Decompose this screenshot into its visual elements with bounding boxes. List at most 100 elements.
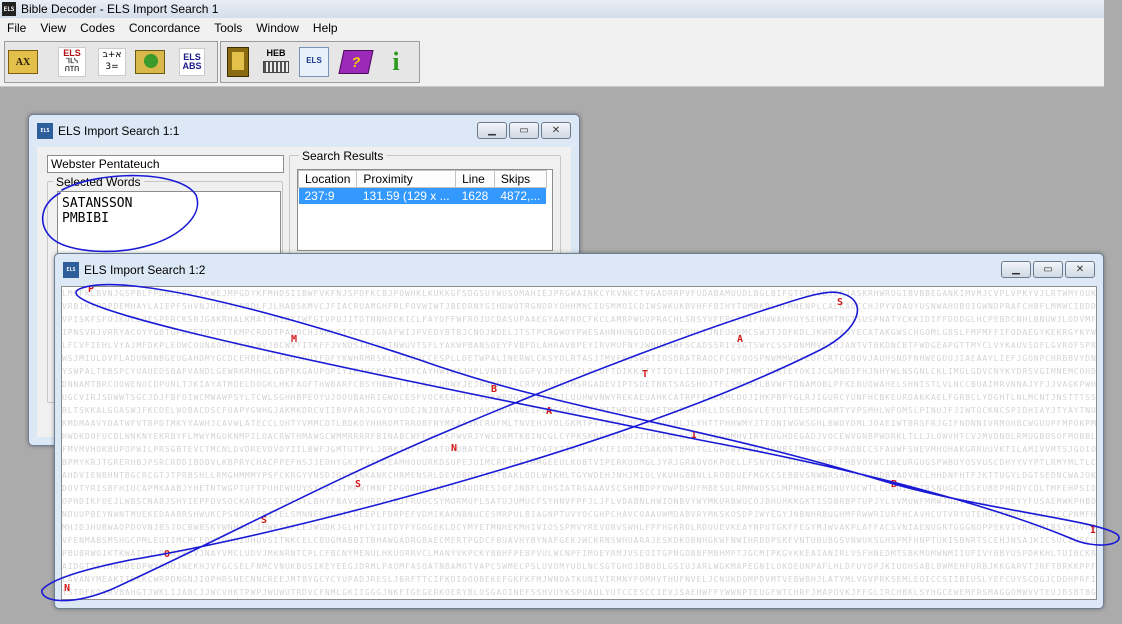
ax-button[interactable]: AX [8,47,38,77]
grid-line: OPHDIKFUEJLWBSCNABJSHYIEPFDVSOCKAROSCSER… [62,497,1096,506]
close-button[interactable]: ✕ [1065,261,1095,278]
cell-line: 1628 [455,187,495,204]
cell-location: 237:9 [298,187,357,204]
menu-codes[interactable]: Codes [73,21,122,35]
grid-line: VPISKFSFOJKUCLJFSPERCKSBJGAKRHALKMATJRSB… [62,315,1096,324]
window1-controls: ▁ ▭ ✕ [477,122,571,139]
cell-proximity: 131.59 (129 x ... [356,187,456,204]
maximize-button[interactable]: ▭ [1033,261,1063,278]
column-proximity[interactable]: Proximity [356,170,457,188]
highlight-letter[interactable]: I [1090,525,1096,536]
app-icon: ELS [2,2,16,16]
table-row[interactable]: 237:9 131.59 (129 x ... 1628 4872,... [298,187,547,204]
minimize-button[interactable]: ▁ [1001,261,1031,278]
grid-line: LFCVFIEHLVYAJMFDKPLEOWCOUNAODFPCRLWVJBCW… [62,341,1096,350]
grid-line: VRBIKYPDPDEMHAYLAIEPFSHVNJUEHJVNBDLFJLHA… [62,302,1096,311]
help-button[interactable]: ? [338,47,374,77]
maximize-button[interactable]: ▭ [509,122,539,139]
grid-line: FMVMVHOKBUPOPWILPRSGBTEVCTMCNLDVDREVDVDY… [62,445,1096,454]
selected-word-item[interactable]: PMBIBI [62,211,276,226]
close-icon: ✕ [551,124,561,136]
bible-book-icon [227,47,249,77]
grid-line: LAVANYMEAKIIDKKCWRPDNGNJIOPHRSNECNNCREEJ… [62,575,1096,584]
grid-line: BPMYKRJTGRERHBJPSRCRDDIBDDVLKBPRYCHACPPE… [62,458,1096,467]
highlight-letter[interactable]: I [691,430,697,441]
menu-bar: File View Codes Concordance Tools Window… [0,18,1104,38]
els-hebrew-icon: ELS ᒣᒪᓭ ꓵꓔꓵ [58,47,86,77]
grid-line: BLTSKKALGGASWJFKCDELWOBACDSCFOAPYGWHGJAK… [62,406,1096,415]
highlight-letter[interactable]: S [837,297,843,308]
grid-line: VFENMABSMSHGCPMLEUIIMCMCEDVYOHUIUHUVSITN… [62,536,1096,545]
els-letter-grid[interactable]: LMCFKLBVNJGSPBLFPDMLEBWYCKWEJMPGDYKFMHDS… [61,286,1097,600]
els-abs-button[interactable]: ELS ABS [177,47,207,77]
text-source-field[interactable]: Webster Pentateuch [47,155,284,173]
els-import-search-window-2[interactable]: ELS ELS Import Search 1:2 ▁ ▭ ✕ LMCFKLBV… [54,253,1104,609]
highlight-letter[interactable]: T [642,369,648,380]
window1-title: ELS Import Search 1:1 [58,124,180,138]
menu-window[interactable]: Window [249,21,306,35]
highlight-letter[interactable]: O [164,549,170,560]
column-location[interactable]: Location [297,170,358,188]
bible-button[interactable] [223,47,253,77]
column-skips[interactable]: Skips [493,170,547,188]
grid-line: YSWPALTEBSPCYUAUEDSBAFVANDLGEWRKRHHGLGBP… [62,367,1096,376]
minimize-button[interactable]: ▁ [477,122,507,139]
grid-line: DOVTYRISBFHIUCAPMKAABJYHETNTWGPTUFTPUHEW… [62,484,1096,493]
highlight-letter[interactable]: M [291,334,297,345]
close-button[interactable]: ✕ [541,122,571,139]
highlight-letter[interactable]: A [546,406,552,417]
maximize-icon: ▭ [519,124,529,136]
highlight-letter[interactable]: S [261,515,267,526]
window2-icon: ELS [63,262,79,278]
toolbar-group-tools: HEB ELS ? i [220,41,420,83]
window2-controls: ▁ ▭ ✕ [1001,261,1095,278]
heb-keyboard-icon: HEB [262,48,290,76]
grid-line: WSJMIULDVFLADUNRNBGEUGAHDMYGCDCEHBEUMLEW… [62,354,1096,363]
grid-line: NDUUPBEYNWNTMUEKEDAABRSHWUKCPSNORVFRITEL… [62,510,1096,519]
heb-keyboard-button[interactable]: HEB [261,47,291,77]
gematria-button[interactable]: א+ב =3 [97,47,127,77]
cell-skips: 4872,... [494,187,547,204]
window2-title-bar: ELS ELS Import Search 1:2 [63,260,205,280]
globe-book-icon [135,50,165,74]
grid-line: IPNSVRJVRRYACOYYGBTGPWCETDCUTTKMPCRDDTPA… [62,328,1096,337]
window1-icon: ELS [37,123,53,139]
help-book-icon: ? [338,50,374,74]
minimize-icon: ▁ [1012,263,1020,275]
menu-file[interactable]: File [0,21,33,35]
grid-line: HWDKDOFUCDLWNKNYEKRBYFLMWYMGUKNMPILOACRW… [62,432,1096,441]
menu-tools[interactable]: Tools [207,21,249,35]
column-line[interactable]: Line [455,170,495,188]
menu-view[interactable]: View [33,21,73,35]
concordance-button[interactable] [135,47,165,77]
grid-line: MHJDJHUBWAOPDOVNJBSJOCBWBSKYWNHARLIHWKSA… [62,523,1096,532]
highlight-letter[interactable]: B [491,384,497,395]
app-title-bar: ELS Bible Decoder - ELS Import Search 1 [0,0,1104,18]
grid-line: YSTDFKOVRVBAHGTJWKLIJABCJJWCVHKTPWPJWUWU… [62,588,1096,597]
highlight-letter[interactable]: A [737,334,743,345]
highlight-letter[interactable]: S [355,479,361,490]
grid-line: AIDGTTSYHWGDEDPWYGODJNEKHJVFGCSELFNMCVNU… [62,562,1096,571]
minimize-icon: ▁ [488,124,496,136]
search-results-table: Location Proximity Line Skips 237:9 131.… [297,170,547,204]
els-import-icon: ELS [299,47,329,77]
search-results-list[interactable]: Location Proximity Line Skips 237:9 131.… [297,169,553,251]
els-button[interactable]: ELS ᒣᒪᓭ ꓵꓔꓵ [57,47,87,77]
highlight-letter[interactable]: N [451,443,457,454]
highlight-letter[interactable]: N [64,583,70,594]
menu-concordance[interactable]: Concordance [122,21,207,35]
search-results-label: Search Results [299,149,387,163]
window2-title: ELS Import Search 1:2 [84,263,206,277]
selected-word-item[interactable]: SATANSSON [62,196,276,211]
menu-help[interactable]: Help [306,21,345,35]
grid-line: PBUBRWOIKTKWAIPOLDDGSWEVJNAYVMCLUDVJMKNR… [62,549,1096,558]
selected-words-list[interactable]: SATANSSON PMBIBI [57,191,281,261]
info-icon: i [392,47,400,76]
info-button[interactable]: i [381,47,411,77]
els-import-button[interactable]: ELS [299,47,329,77]
toolbar: AX ELS ᒣᒪᓭ ꓵꓔꓵ א+ב =3 ELS ABS HEB ELS ? i [0,38,1104,87]
highlight-letter[interactable]: P [88,287,94,295]
highlight-letter[interactable]: B [891,479,897,490]
window1-title-bar: ELS ELS Import Search 1:1 [37,121,179,141]
selected-words-label: Selected Words [53,175,144,189]
